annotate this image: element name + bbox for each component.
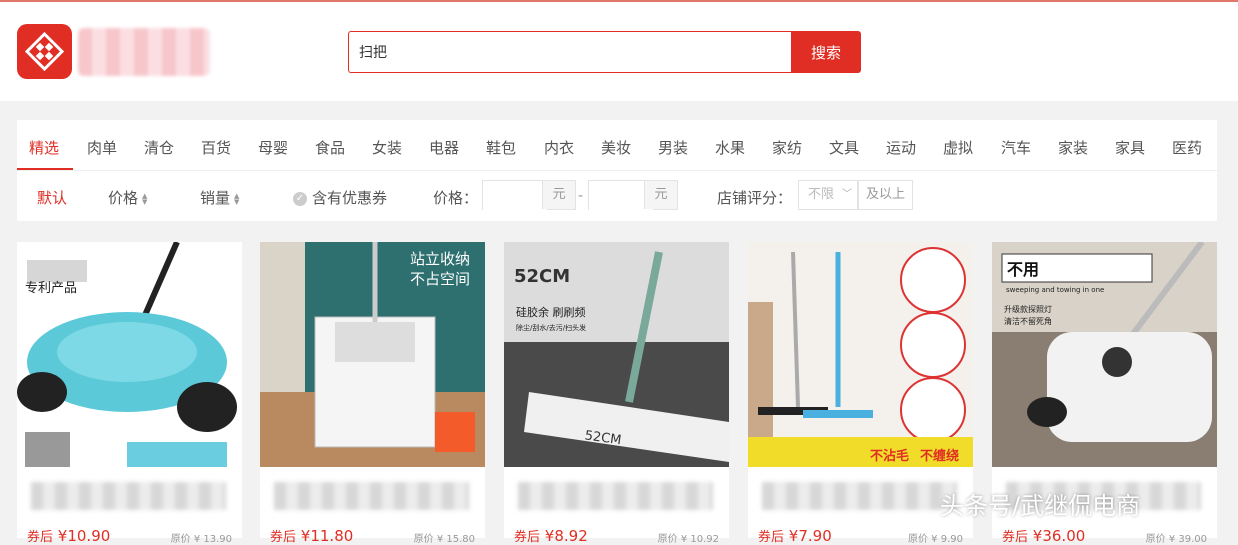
product-price: 券后 ¥10.90 — [27, 527, 111, 545]
sort-sales-label: 销量 — [200, 189, 231, 207]
tab-category[interactable]: 精选 — [29, 137, 59, 158]
search-bar: 搜索 — [348, 31, 861, 73]
active-tab-underline — [17, 168, 73, 170]
price-min-field[interactable]: 元 — [482, 180, 576, 211]
sort-arrows-icon: ▲ ▼ — [234, 191, 240, 206]
chevron-down-icon: ﹀ — [842, 189, 852, 200]
product-price: 券后 ¥8.92 — [514, 527, 588, 545]
image-caption: 清洁不留死角 — [1004, 316, 1052, 326]
app-logo-icon[interactable] — [17, 24, 72, 79]
filter-panel: 精选 肉单 清仓 百货 母婴 食品 女装 电器 鞋包 内衣 美妆 男装 水果 家纺 文具 运动 虚拟 汽车 家装 家具… — [17, 120, 1217, 221]
header: 搜索 — [0, 2, 1238, 101]
tab-category[interactable]: 女装 — [372, 137, 402, 158]
tab-category[interactable]: 男装 — [658, 137, 688, 158]
product-image: 专利产品 — [17, 242, 242, 467]
search-input[interactable] — [348, 31, 791, 73]
product-image: 站立收纳 不占空间 — [260, 242, 485, 467]
product-card[interactable]: 站立收纳 不占空间 券后 ¥11.80 原价 ¥ 15.80 — [260, 242, 485, 545]
product-price: 券后 ¥7.90 — [758, 527, 832, 545]
unit-label: 元 — [644, 181, 677, 209]
shop-score-label: 店铺评分： — [717, 189, 793, 207]
shop-score-select[interactable]: 不限 ﹀ — [798, 180, 858, 210]
and-above-label: 及以上 — [858, 180, 913, 210]
tab-category[interactable]: 医药 — [1172, 137, 1202, 158]
price-max-field[interactable]: 元 — [588, 180, 678, 211]
tab-category[interactable]: 清仓 — [144, 137, 174, 158]
tab-category[interactable]: 母婴 — [258, 137, 288, 158]
category-tabs: 精选 肉单 清仓 百货 母婴 食品 女装 电器 鞋包 内衣 美妆 男装 水果 家纺 文具 运动 虚拟 汽车 家装 家具… — [17, 120, 1217, 171]
sort-price-label: 价格 — [108, 189, 139, 207]
tab-category[interactable]: 鞋包 — [486, 137, 516, 158]
image-caption: 不占空间 — [410, 270, 470, 288]
filter-bar: 默认 价格 ▲ ▼ 销量 ▲ ▼ ✓ 含有优惠券 价格： 元 - 元 店铺评分： 不限 ﹀… — [17, 171, 1217, 221]
unit-label: 元 — [542, 181, 575, 209]
tab-category[interactable]: 家具 — [1115, 137, 1145, 158]
price-min-input[interactable] — [483, 181, 547, 211]
tab-category[interactable]: 百货 — [201, 137, 231, 158]
image-caption: 52CM — [514, 266, 570, 287]
image-caption: 不缠绕 — [920, 448, 959, 464]
tab-category[interactable]: 电器 — [429, 137, 459, 158]
product-card[interactable]: 52CM 硅胶余 刷刷频 除尘/刮水/去污/扫头发 52CM 券后 ¥8.92 … — [504, 242, 729, 545]
tab-category[interactable]: 肉单 — [87, 137, 117, 158]
tab-category[interactable]: 汽车 — [1001, 137, 1031, 158]
tab-category[interactable]: 内衣 — [544, 137, 574, 158]
tab-category[interactable]: 美妆 — [601, 137, 631, 158]
product-image: 不用 sweeping and towing in one 升级款探照灯 清洁不… — [992, 242, 1217, 467]
product-price: 券后 ¥36.00 — [1002, 527, 1086, 545]
blurred-shop-name — [78, 28, 210, 76]
product-title-blurred — [274, 482, 469, 510]
shop-score-value: 不限 — [808, 187, 835, 202]
tab-category[interactable]: 水果 — [715, 137, 745, 158]
tab-category[interactable]: 虚拟 — [943, 137, 973, 158]
search-button[interactable]: 搜索 — [791, 31, 861, 73]
image-caption: 升级款探照灯 — [1004, 304, 1052, 314]
product-title-blurred — [31, 482, 226, 510]
product-title-blurred — [518, 482, 713, 510]
image-caption: 硅胶余 刷刷频 — [516, 305, 586, 319]
image-caption: 除尘/刮水/去污/扫头发 — [516, 323, 586, 332]
sort-price[interactable]: 价格 ▲ ▼ — [108, 187, 150, 208]
watermark: 头条号/武继侃电商 — [940, 492, 1141, 520]
tab-category[interactable]: 家纺 — [772, 137, 802, 158]
image-caption: 专利产品 — [25, 281, 77, 296]
tab-category[interactable]: 家装 — [1058, 137, 1088, 158]
sort-default[interactable]: 默认 — [37, 187, 67, 208]
image-caption: 不沾毛 — [870, 448, 909, 464]
product-price: 券后 ¥11.80 — [270, 527, 354, 545]
coupon-label: 含有优惠券 — [312, 189, 388, 207]
product-title-blurred — [762, 482, 957, 510]
coupon-filter[interactable]: ✓ 含有优惠券 — [293, 187, 387, 208]
product-image: 不沾毛 不缠绕 — [748, 242, 973, 467]
tab-category[interactable]: 食品 — [315, 137, 345, 158]
check-icon: ✓ — [293, 191, 307, 206]
tab-category[interactable]: 文具 — [829, 137, 859, 158]
sort-sales[interactable]: 销量 ▲ ▼ — [200, 187, 242, 208]
tab-category[interactable]: 运动 — [886, 137, 916, 158]
image-caption: sweeping and towing in one — [1006, 286, 1104, 294]
range-dash: - — [578, 188, 584, 204]
image-caption: 站立收纳 — [410, 250, 470, 268]
price-range-label: 价格： — [433, 189, 479, 207]
image-caption: 不用 — [1007, 260, 1039, 279]
product-card[interactable]: 专利产品 券后 ¥10.90 原价 ¥ 13.90 — [17, 242, 242, 545]
sort-arrows-icon: ▲ ▼ — [142, 191, 148, 206]
product-image: 52CM 硅胶余 刷刷频 除尘/刮水/去污/扫头发 52CM — [504, 242, 729, 467]
